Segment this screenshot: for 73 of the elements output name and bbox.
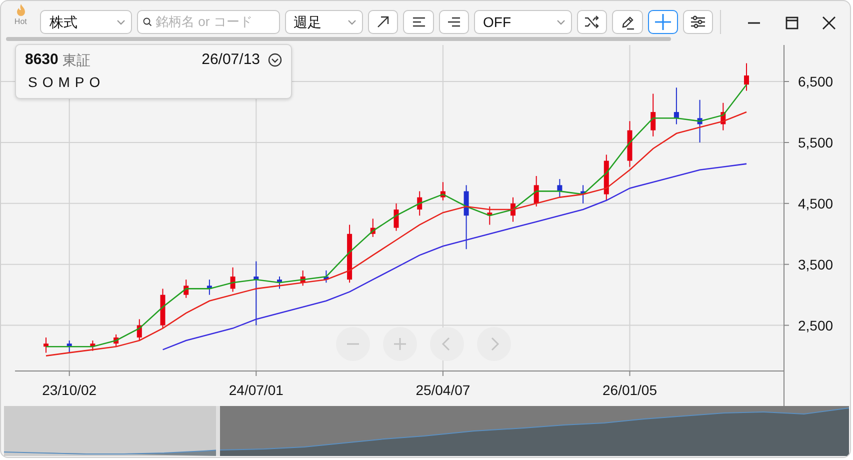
- shuffle-icon: [584, 15, 600, 29]
- candlestick: [136, 318, 142, 342]
- candlestick: [487, 206, 492, 226]
- pencil-icon: [620, 14, 636, 30]
- y-axis-label: 4,500: [798, 195, 834, 212]
- lines-icon: [446, 16, 461, 28]
- candlestick: [604, 154, 609, 201]
- tool-button[interactable]: [438, 10, 469, 34]
- overlay-select[interactable]: OFF: [474, 10, 572, 34]
- tool-button[interactable]: [403, 10, 434, 34]
- candlestick: [90, 340, 96, 352]
- candlestick: [697, 99, 702, 143]
- candlestick: [534, 176, 539, 207]
- tool-button[interactable]: [577, 10, 608, 34]
- market-label: 東証: [62, 50, 90, 70]
- maximize-icon: [784, 16, 800, 30]
- date-label: 26/07/13: [202, 50, 260, 70]
- candlestick: [394, 202, 399, 232]
- candlestick: [66, 340, 72, 354]
- candlestick: [510, 196, 516, 222]
- candlestick: [184, 279, 189, 298]
- caret-icon: [116, 20, 124, 24]
- market-select[interactable]: 株式: [40, 10, 132, 34]
- flame-icon: [16, 4, 26, 17]
- caret-icon: [557, 20, 566, 24]
- lines-icon: [412, 16, 426, 28]
- stock-code: 8630: [25, 50, 58, 70]
- search-icon: [142, 16, 152, 28]
- candlestick: [650, 93, 656, 137]
- logo-label: Hot: [14, 17, 27, 26]
- candlestick: [206, 279, 212, 296]
- x-axis-label: 26/01/05: [602, 382, 657, 398]
- candlestick: [370, 218, 376, 238]
- x-axis-label: 24/07/01: [228, 382, 284, 398]
- y-axis-label: 6,500: [798, 74, 834, 90]
- caret-icon: [348, 20, 356, 24]
- period-select[interactable]: 週足: [284, 10, 364, 34]
- plus-icon: [654, 13, 672, 31]
- y-axis-label: 3,500: [798, 256, 834, 272]
- stock-name: SOMPO: [27, 72, 106, 92]
- candlestick: [720, 102, 726, 131]
- candlestick: [230, 266, 236, 292]
- candlestick: [440, 182, 446, 201]
- tool-button[interactable]: [612, 10, 643, 34]
- x-axis-label: 23/10/02: [42, 382, 97, 398]
- candlestick: [160, 288, 166, 329]
- x-axis-label: 25/04/07: [416, 382, 470, 398]
- arrow-icon: [376, 15, 390, 29]
- candlestick: [417, 190, 422, 216]
- y-axis-label: 5,500: [798, 134, 834, 150]
- sliders-icon: [690, 15, 706, 29]
- candlestick: [744, 62, 749, 92]
- tool-button[interactable]: [683, 10, 714, 34]
- search-field[interactable]: 銘柄名 or コード: [136, 10, 280, 34]
- y-axis-label: 2,500: [798, 317, 834, 334]
- tool-button[interactable]: [368, 10, 398, 34]
- candlestick: [114, 334, 119, 348]
- plus-icon: [392, 337, 408, 351]
- candlestick: [627, 120, 632, 168]
- candlestick: [324, 270, 329, 284]
- candlestick: [557, 178, 562, 198]
- candlestick: [347, 224, 352, 284]
- scrollbar[interactable]: [6, 37, 671, 41]
- candlestick: [674, 87, 679, 125]
- close-icon: [820, 16, 837, 30]
- candlestick: [277, 276, 282, 290]
- candlestick: [464, 184, 469, 250]
- candlestick: [300, 270, 306, 286]
- candlestick: [254, 260, 259, 326]
- chevron-down-icon[interactable]: [268, 53, 282, 68]
- candlestick: [44, 336, 48, 354]
- overview-navigator[interactable]: [4, 406, 849, 456]
- candlestick: [580, 184, 586, 204]
